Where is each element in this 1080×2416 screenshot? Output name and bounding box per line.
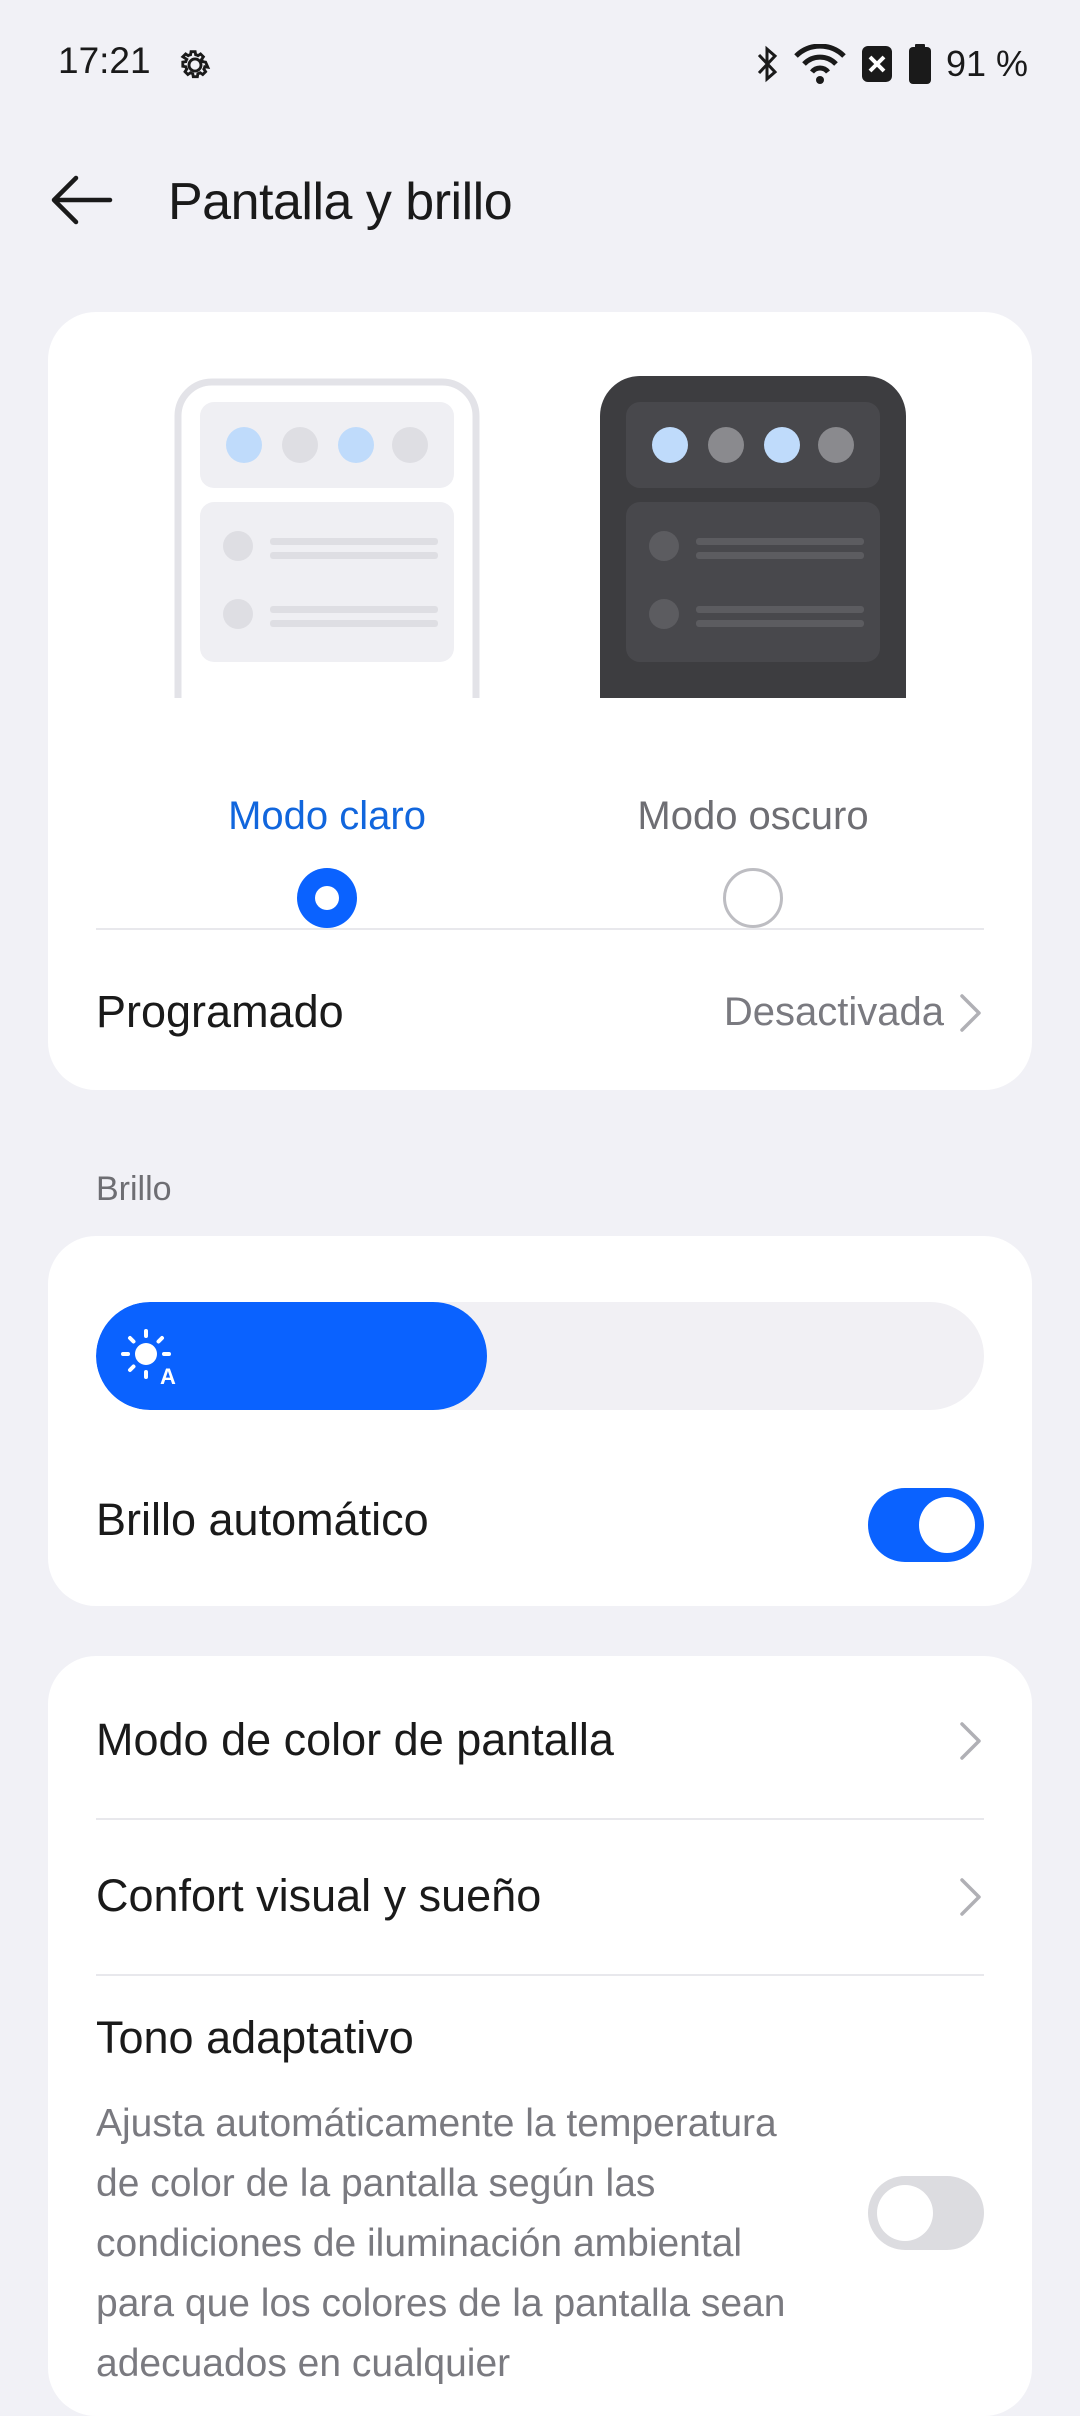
dark-mode-option[interactable]: Modo oscuro [600, 376, 906, 928]
adaptive-tone-description: Ajusta automáticamente la temperatura de… [96, 2102, 786, 2385]
status-time: 17:21 [58, 40, 151, 81]
auto-brightness-row[interactable]: Brillo automático [48, 1436, 1032, 1606]
light-mode-preview [174, 378, 480, 698]
light-mode-option[interactable]: Modo claro [174, 376, 480, 928]
page-title: Pantalla y brillo [168, 173, 513, 231]
light-mode-label: Modo claro [228, 794, 426, 838]
scheduled-value: Desactivada [723, 990, 944, 1034]
chevron-right-icon [960, 1878, 981, 1916]
adaptive-tone-toggle[interactable] [868, 2176, 984, 2250]
color-mode-row[interactable]: Modo de color de pantalla [48, 1656, 1032, 1818]
settings-gear-icon [180, 50, 211, 79]
dark-mode-preview [600, 376, 906, 698]
color-mode-label: Modo de color de pantalla [96, 1714, 614, 1765]
auto-brightness-toggle[interactable] [868, 1488, 984, 1562]
chevron-right-icon [960, 1722, 981, 1760]
app-bar: Pantalla y brillo [0, 150, 1080, 250]
scheduled-label: Programado [96, 986, 344, 1037]
svg-text:A: A [160, 1364, 176, 1386]
brightness-section-label: Brillo [96, 1170, 172, 1208]
battery-icon [908, 44, 931, 84]
bluetooth-icon [757, 45, 778, 83]
light-mode-radio[interactable] [297, 868, 357, 928]
display-settings-card: Modo de color de pantalla Confort visual… [48, 1656, 1032, 2416]
adaptive-tone-label: Tono adaptativo [96, 2012, 414, 2063]
scheduled-row[interactable]: Programado Desactivada [48, 930, 1032, 1090]
wifi-icon [794, 44, 846, 84]
auto-brightness-icon: A [121, 1329, 180, 1386]
brightness-slider[interactable]: A [96, 1302, 984, 1410]
visual-comfort-label: Confort visual y sueño [96, 1870, 542, 1921]
brightness-card: A Brillo automático [48, 1236, 1032, 1606]
adaptive-tone-row[interactable]: Tono adaptativo Ajusta automáticamente l… [48, 1976, 1032, 2416]
battery-percentage: 91 % [945, 43, 1028, 84]
back-arrow-icon[interactable] [46, 170, 116, 230]
no-sim-icon [861, 46, 892, 82]
toggle-knob [919, 1497, 975, 1553]
toggle-knob [877, 2185, 933, 2241]
visual-comfort-row[interactable]: Confort visual y sueño [48, 1820, 1032, 1974]
dark-mode-label: Modo oscuro [637, 794, 869, 838]
chevron-right-icon [960, 994, 981, 1032]
theme-card: Modo claro Modo oscuro Programado Desact… [48, 312, 1032, 1090]
dark-mode-radio[interactable] [723, 868, 783, 928]
auto-brightness-label: Brillo automático [96, 1494, 429, 1545]
status-bar: 17:21 91 % [0, 0, 1080, 130]
